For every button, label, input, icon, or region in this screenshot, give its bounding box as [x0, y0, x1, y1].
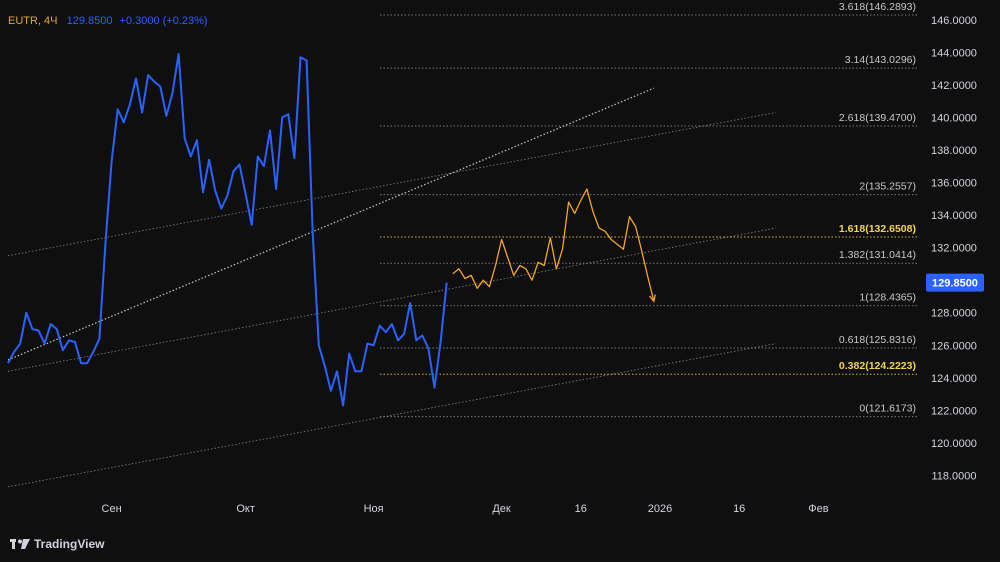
- y-tick-label: 138.0000: [931, 145, 977, 157]
- fib-level-label: 3.618(146.2893): [839, 1, 916, 13]
- symbol-label[interactable]: EUTR, 4Ч: [8, 15, 58, 27]
- y-tick-label: 134.0000: [931, 210, 977, 222]
- price-change: +0.3000 (+0.23%): [119, 15, 208, 27]
- fib-level-label: 1.618(132.6508): [839, 223, 916, 235]
- y-tick-label: 124.0000: [931, 373, 977, 385]
- tradingview-brand[interactable]: TradingView: [10, 535, 104, 553]
- y-tick-label: 120.0000: [931, 438, 977, 450]
- x-tick-label: Окт: [236, 503, 255, 515]
- last-price: 129.8500: [66, 15, 113, 27]
- y-tick-label: 144.0000: [931, 47, 977, 59]
- fib-level-label: 0.382(124.2223): [839, 360, 916, 372]
- price-chart[interactable]: 0(121.6173) 0.382(124.2223) 0.618(125.8316…: [0, 0, 1000, 557]
- y-tick-label: 142.0000: [931, 80, 977, 92]
- y-tick-label: 126.0000: [931, 340, 977, 352]
- last-price-badge-label: 129.8500: [932, 278, 978, 290]
- x-tick-label: 16: [575, 503, 587, 515]
- fib-level-label: 2(135.2557): [859, 181, 916, 193]
- fib-level-label: 0.618(125.8316): [839, 334, 916, 346]
- x-tick-label: Дек: [492, 503, 511, 515]
- fib-level-label: 3.14(143.0296): [845, 54, 916, 66]
- y-tick-label: 132.0000: [931, 243, 977, 255]
- fib-level-label: 2.618(139.4700): [839, 112, 916, 124]
- y-tick-label: 140.0000: [931, 112, 977, 124]
- x-tick-label: Сен: [102, 503, 122, 515]
- fib-level-label: 1.382(131.0414): [839, 249, 916, 261]
- fib-level-label: 1(128.4365): [859, 292, 916, 304]
- fib-level-label: 0(121.6173): [859, 403, 916, 415]
- x-tick-label: 16: [733, 503, 745, 515]
- x-tick-label: Фев: [808, 503, 828, 515]
- brand-name: TradingView: [34, 537, 105, 551]
- y-tick-label: 136.0000: [931, 178, 977, 190]
- x-tick-label: Ноя: [364, 503, 384, 515]
- y-tick-label: 128.0000: [931, 308, 977, 320]
- x-tick-label: 2026: [648, 503, 672, 515]
- symbol-legend[interactable]: EUTR, 4Ч 129.8500 +0.3000 (+0.23%): [8, 15, 208, 27]
- y-tick-label: 118.0000: [931, 470, 976, 482]
- chart-area[interactable]: 0(121.6173) 0.382(124.2223) 0.618(125.8316…: [0, 0, 1000, 557]
- chart-background: [0, 0, 1000, 557]
- y-tick-label: 122.0000: [931, 405, 977, 417]
- price-axis[interactable]: 118.0000 120.0000 122.0000 124.0000 126.0000…: [926, 15, 984, 483]
- y-tick-label: 146.0000: [931, 15, 977, 27]
- tradingview-logo-icon: [10, 539, 30, 549]
